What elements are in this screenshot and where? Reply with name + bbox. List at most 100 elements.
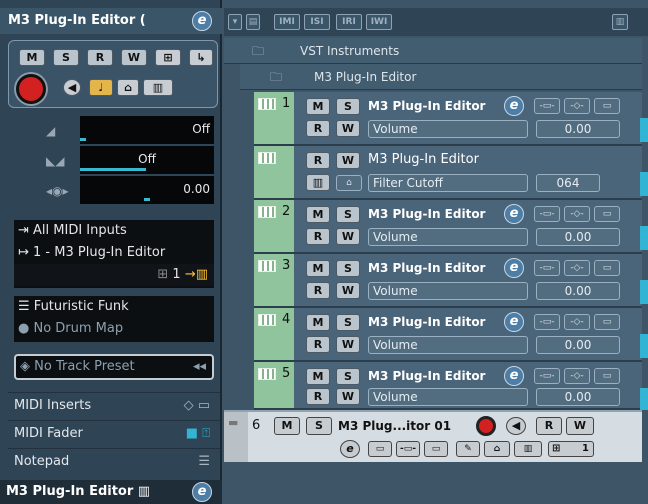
solo-button[interactable]: S bbox=[306, 417, 332, 435]
write-button[interactable]: W bbox=[566, 417, 594, 435]
automation-parameter-select[interactable]: Filter Cutoff bbox=[368, 174, 528, 192]
track-row-selected[interactable]: ▬ 6 M S M3 Plug...itor 01 ◀ R W e ▭ -▭- … bbox=[224, 410, 642, 462]
pan-field[interactable]: Off bbox=[80, 146, 214, 174]
track-name[interactable]: M3 Plug-In Editor bbox=[368, 207, 485, 221]
mute-button[interactable]: M bbox=[306, 98, 330, 115]
read-button[interactable]: R bbox=[306, 282, 330, 299]
eq-bypass-icon[interactable]: -◇- bbox=[564, 206, 590, 222]
mute-button[interactable]: M bbox=[306, 368, 330, 385]
eq-bypass-icon[interactable]: -◇- bbox=[564, 368, 590, 384]
track-name[interactable]: M3 Plug-In Editor bbox=[368, 369, 485, 383]
solo-button[interactable]: S bbox=[53, 49, 79, 66]
inspector-title[interactable]: M3 Plug-In Editor ( bbox=[0, 8, 222, 34]
delay-field[interactable]: 0.00 bbox=[80, 176, 214, 204]
track-row[interactable]: 2 M S M3 Plug-In Editor e -▭- -◇- ▭ R W … bbox=[254, 200, 642, 254]
lane-display-icon[interactable]: ▥ bbox=[143, 79, 173, 96]
track-row[interactable]: R W M3 Plug-In Editor ▥ ⌂ Filter Cutoff … bbox=[254, 146, 642, 200]
pencil-icon[interactable]: ✎ bbox=[456, 441, 480, 457]
midi-output-select[interactable]: ↦ 1 - M3 Plug-In Editor bbox=[14, 242, 214, 264]
mute-button[interactable]: M bbox=[306, 206, 330, 223]
send-bypass-icon[interactable]: ▭ bbox=[594, 368, 620, 384]
send-bypass-icon[interactable]: ▭ bbox=[594, 98, 620, 114]
automation-parameter-select[interactable]: Volume bbox=[368, 120, 528, 138]
track-name[interactable]: M3 Plug-In Editor bbox=[368, 152, 479, 167]
read-button[interactable]: R bbox=[536, 417, 562, 435]
track-name[interactable]: M3 Plug-In Editor bbox=[368, 99, 485, 113]
output-routing-icon[interactable]: ↳ bbox=[189, 49, 213, 66]
lane-icon[interactable]: ▥ bbox=[306, 174, 330, 191]
send-bypass-icon[interactable]: ▭ bbox=[594, 206, 620, 222]
mute-button[interactable]: M bbox=[274, 417, 300, 435]
channel-select[interactable]: ⊞ 1 bbox=[548, 441, 594, 457]
track-row[interactable]: 1 M S M3 Plug-In Editor e -▭- -◇- ▭ R W … bbox=[254, 92, 642, 146]
volume-field[interactable]: Off bbox=[80, 116, 214, 144]
insert-bypass-icon[interactable]: -▭- bbox=[534, 314, 560, 330]
edit-instrument-button[interactable]: e bbox=[504, 312, 524, 332]
list-icon[interactable]: ▭ bbox=[368, 441, 392, 457]
edit-instrument-button[interactable]: e bbox=[504, 258, 524, 278]
folder-vst-instruments[interactable]: 🗀 VST Instruments bbox=[224, 38, 642, 64]
edit-instrument-button[interactable]: e bbox=[504, 366, 524, 386]
view-icon[interactable]: ▤ bbox=[246, 14, 260, 30]
send-bypass-icon[interactable]: ▭ bbox=[424, 441, 448, 457]
monitor-icon[interactable]: ◀ bbox=[63, 79, 81, 96]
edit-instrument-button[interactable]: e bbox=[340, 440, 360, 458]
write-button[interactable]: W bbox=[336, 120, 360, 137]
automation-parameter-select[interactable]: Volume bbox=[368, 282, 528, 300]
section-notepad[interactable]: Notepad ☰ bbox=[8, 448, 220, 474]
track-view-icon[interactable]: ▥ bbox=[612, 14, 628, 30]
insert-bypass-icon[interactable]: -▭- bbox=[534, 260, 560, 276]
lane-icon[interactable]: ▥ bbox=[514, 441, 542, 457]
mute-button[interactable]: M bbox=[306, 260, 330, 277]
automation-value-field[interactable]: 0.00 bbox=[536, 336, 620, 354]
insert-bypass-icon[interactable]: -▭- bbox=[534, 98, 560, 114]
lock-icon[interactable]: ⌂ bbox=[336, 175, 362, 191]
write-button[interactable]: W bbox=[336, 388, 360, 405]
automation-parameter-select[interactable]: Volume bbox=[368, 336, 528, 354]
edit-instrument-button[interactable]: e bbox=[192, 11, 212, 31]
monitor-icon[interactable]: ◀ bbox=[506, 417, 526, 435]
midi-input-select[interactable]: ⇥ All MIDI Inputs bbox=[14, 220, 214, 242]
section-midi-inserts[interactable]: MIDI Inserts ◇ ▭ bbox=[8, 392, 220, 418]
send-bypass-icon[interactable]: ▭ bbox=[594, 260, 620, 276]
automation-value-field[interactable]: 0.00 bbox=[536, 228, 620, 246]
mute-button[interactable]: M bbox=[19, 49, 45, 66]
collapse-icon[interactable]: ▾ bbox=[228, 14, 242, 30]
record-enable-button[interactable] bbox=[476, 416, 496, 436]
track-preset-field[interactable]: ◈ No Track Preset ◂◂ bbox=[14, 354, 214, 380]
insert-bypass-icon[interactable]: -▭- bbox=[396, 441, 420, 457]
eq-bypass-icon[interactable]: -◇- bbox=[564, 314, 590, 330]
track-name[interactable]: M3 Plug...itor 01 bbox=[338, 419, 451, 433]
automation-value-field[interactable]: 064 bbox=[536, 174, 600, 192]
automation-value-field[interactable]: 0.00 bbox=[536, 388, 620, 406]
inspector-footer[interactable]: M3 Plug-In Editor ▥ bbox=[0, 480, 222, 504]
toolbar-solo-all[interactable]: ISI bbox=[304, 14, 330, 30]
solo-button[interactable]: S bbox=[336, 368, 360, 385]
automation-parameter-select[interactable]: Volume bbox=[368, 228, 528, 246]
record-enable-button[interactable] bbox=[16, 74, 46, 104]
edit-instrument-button[interactable]: e bbox=[504, 204, 524, 224]
write-button[interactable]: W bbox=[336, 282, 360, 299]
automation-parameter-select[interactable]: Volume bbox=[368, 388, 528, 406]
insert-bypass-icon[interactable]: -▭- bbox=[534, 368, 560, 384]
program-select[interactable]: ☰ Futuristic Funk bbox=[14, 296, 214, 318]
read-button[interactable]: R bbox=[87, 49, 113, 66]
toolbar-write-all[interactable]: IWI bbox=[366, 14, 392, 30]
section-midi-fader[interactable]: MIDI Fader ■ ⍐ bbox=[8, 420, 220, 446]
eq-bypass-icon[interactable]: -◇- bbox=[564, 260, 590, 276]
mute-button[interactable]: M bbox=[306, 314, 330, 331]
channel-select[interactable]: ⊞ 1 →▥ bbox=[14, 264, 214, 286]
track-row[interactable]: 3 M S M3 Plug-In Editor e -▭- -◇- ▭ R W … bbox=[254, 254, 642, 308]
read-button[interactable]: R bbox=[306, 152, 330, 169]
track-name[interactable]: M3 Plug-In Editor bbox=[368, 315, 485, 329]
toolbar-read-all[interactable]: IRI bbox=[336, 14, 362, 30]
send-bypass-icon[interactable]: ▭ bbox=[594, 314, 620, 330]
drum-map-select[interactable]: ● No Drum Map bbox=[14, 318, 214, 340]
track-name[interactable]: M3 Plug-In Editor bbox=[368, 261, 485, 275]
track-row[interactable]: 5 M S M3 Plug-In Editor e -▭- -◇- ▭ R W … bbox=[254, 362, 642, 410]
toolbar-mute-all[interactable]: IMI bbox=[274, 14, 300, 30]
solo-button[interactable]: S bbox=[336, 260, 360, 277]
automation-value-field[interactable]: 0.00 bbox=[536, 120, 620, 138]
footer-edit-button[interactable]: e bbox=[192, 482, 212, 502]
read-button[interactable]: R bbox=[306, 388, 330, 405]
